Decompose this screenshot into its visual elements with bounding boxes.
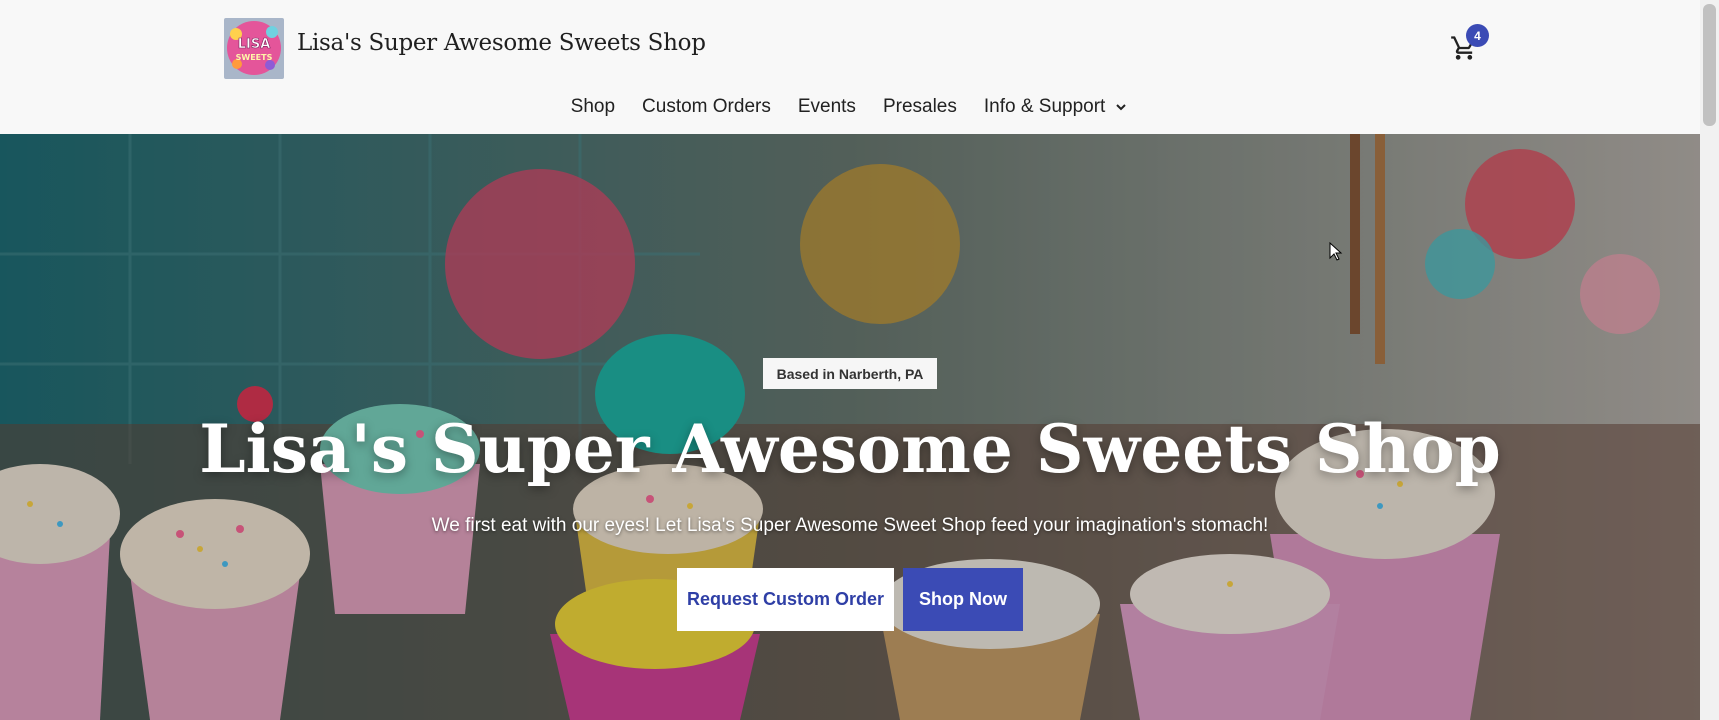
location-badge: Based in Narberth, PA (763, 358, 937, 389)
request-custom-order-button[interactable]: Request Custom Order (677, 568, 894, 631)
site-header: LISA SWEETS Lisa's Super Awesome Sweets … (0, 0, 1700, 134)
logo-text-sweets: SWEETS (236, 53, 273, 62)
nav-item-presales[interactable]: Presales (883, 92, 957, 122)
nav-item-label: Shop (570, 96, 616, 117)
logo-text-lisa: LISA (238, 37, 271, 52)
hero-subtitle: We first eat with our eyes! Let Lisa's S… (431, 515, 1269, 536)
nav-item-info-support[interactable]: Info & Support (984, 92, 1129, 122)
nav-item-label: Presales (882, 96, 957, 117)
shop-logo[interactable]: LISA SWEETS (224, 18, 284, 79)
hero-section: Based in Narberth, PA Lisa's Super Aweso… (0, 134, 1700, 720)
chevron-down-icon (1116, 104, 1127, 111)
hero-title: Lisa's Super Awesome Sweets Shop (199, 410, 1501, 488)
nav-item-events[interactable]: Events (798, 92, 856, 122)
nav-item-label: Events (797, 96, 856, 117)
nav-item-custom-orders[interactable]: Custom Orders (642, 92, 771, 122)
shop-now-button[interactable]: Shop Now (903, 568, 1023, 631)
site-title[interactable]: Lisa's Super Awesome Sweets Shop (297, 30, 706, 56)
scrollbar-thumb[interactable] (1703, 4, 1716, 126)
nav-item-label: Custom Orders (642, 96, 771, 117)
nav-item-shop[interactable]: Shop (571, 92, 615, 122)
cart-count-badge: 4 (1466, 24, 1489, 47)
main-nav: Shop Custom Orders Events Presales Info … (0, 92, 1700, 122)
mouse-cursor-icon (1329, 242, 1343, 261)
nav-item-label: Info & Support (983, 96, 1106, 117)
